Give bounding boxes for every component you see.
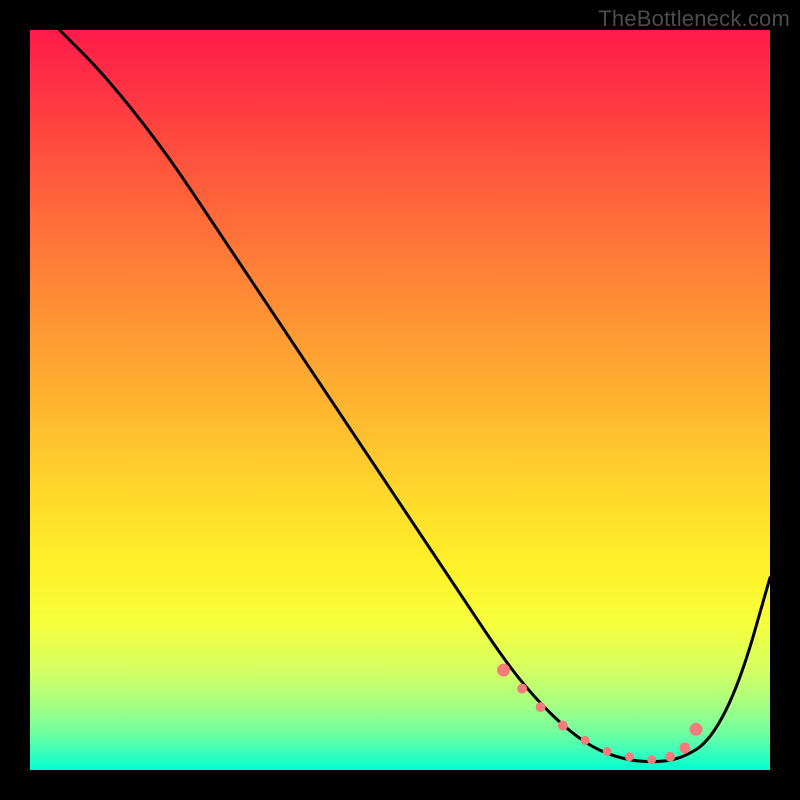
plot-area	[30, 30, 770, 770]
marker-dot	[536, 702, 546, 712]
bottleneck-curve	[60, 30, 770, 762]
marker-dot	[558, 721, 568, 731]
chart-frame: TheBottleneck.com	[0, 0, 800, 800]
marker-dot	[517, 684, 527, 694]
marker-dot	[690, 723, 703, 736]
marker-dot	[497, 664, 510, 677]
marker-dot	[625, 752, 634, 761]
marker-dot	[581, 736, 590, 745]
marker-dot	[603, 747, 612, 756]
curve-svg	[30, 30, 770, 770]
marker-dot	[679, 742, 690, 753]
watermark-label: TheBottleneck.com	[598, 6, 790, 32]
marker-dot	[647, 755, 656, 764]
marker-dot	[665, 752, 675, 762]
